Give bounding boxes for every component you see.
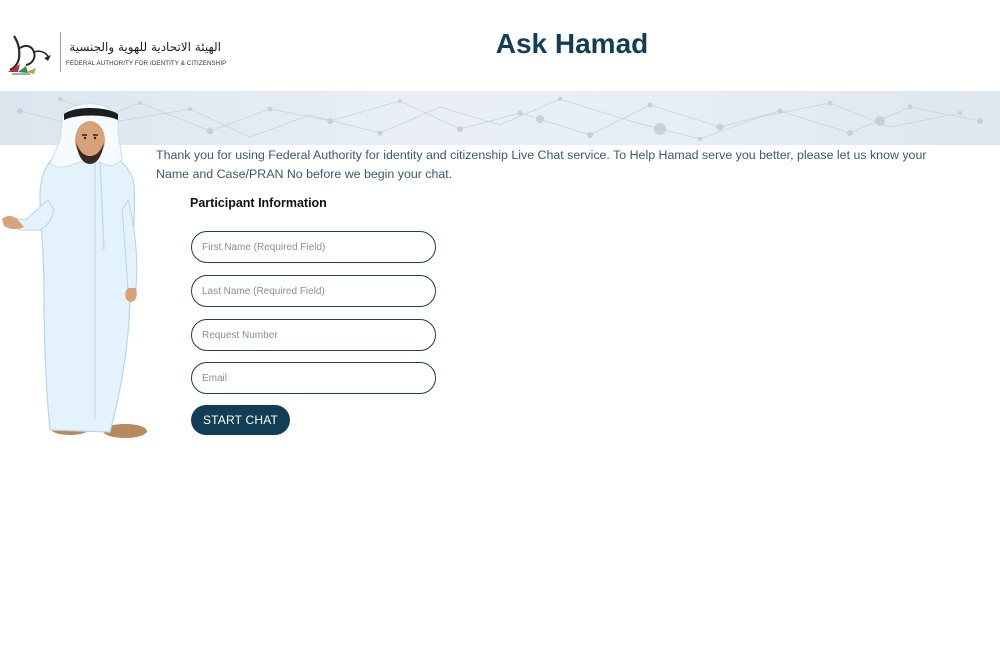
- falcon-emblem-icon: [8, 35, 51, 75]
- intro-text: Thank you for using Federal Authority fo…: [156, 148, 927, 181]
- participant-info-heading: Participant Information: [190, 196, 327, 210]
- logo-divider: [60, 32, 61, 72]
- authority-logo[interactable]: الهيئة الاتحادية للهوية والجنسية FEDERAL…: [4, 28, 227, 80]
- start-chat-button[interactable]: START CHAT: [191, 405, 290, 435]
- logo-arabic-text: الهيئة الاتحادية للهوية والجنسية: [69, 40, 221, 54]
- logo-english-text: FEDERAL AUTHORITY FOR IDENTITY & CITIZEN…: [66, 60, 227, 67]
- hamad-character-icon: [2, 103, 147, 438]
- request-number-input[interactable]: [191, 319, 436, 351]
- email-input[interactable]: [191, 362, 436, 394]
- first-name-input[interactable]: [191, 231, 436, 263]
- page-title: Ask Hamad: [495, 28, 649, 59]
- last-name-input[interactable]: [191, 275, 436, 307]
- page-header: الهيئة الاتحادية للهوية والجنسية FEDERAL…: [0, 0, 1000, 90]
